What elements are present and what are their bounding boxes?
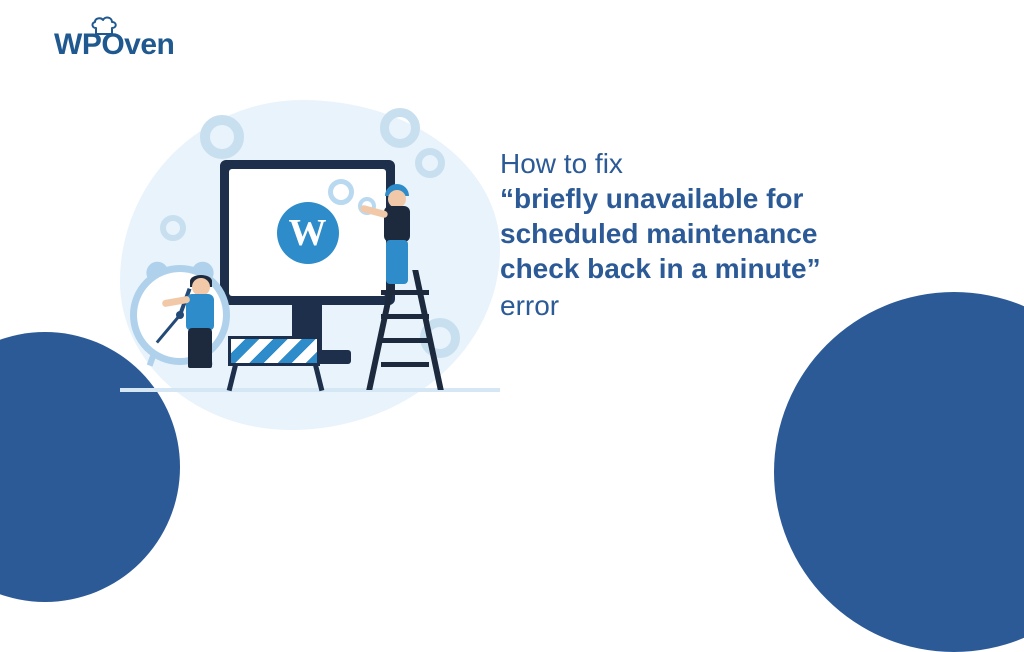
person-right: [376, 190, 420, 290]
logo-text-part3: ven: [124, 28, 174, 61]
gear-icon: [380, 108, 420, 148]
person-torso: [186, 294, 214, 330]
gear-icon: [160, 215, 186, 241]
article-title: How to fix “briefly unavailable for sche…: [500, 146, 970, 323]
ladder-step: [381, 362, 429, 367]
title-line-1: How to fix: [500, 146, 970, 181]
gear-icon: [328, 179, 354, 205]
person-torso: [384, 206, 410, 242]
person-legs: [188, 328, 212, 368]
monitor-icon: W: [220, 160, 395, 305]
title-line-4: check back in a minute”: [500, 251, 970, 286]
person-left: [180, 278, 220, 368]
ladder-step: [381, 290, 429, 295]
title-line-2: “briefly unavailable for: [500, 181, 970, 216]
brand-logo: WPOven: [54, 28, 174, 62]
monitor-screen: W: [229, 169, 386, 296]
decorative-blob-bottom-right: [774, 292, 1024, 652]
wordpress-logo-letter: W: [289, 211, 327, 255]
gear-icon: [200, 115, 244, 159]
person-legs: [386, 240, 408, 284]
logo-text-part2: O: [101, 28, 124, 61]
maintenance-illustration: W: [120, 100, 500, 440]
barrier-icon: [228, 336, 320, 366]
title-line-3: scheduled maintenance: [500, 216, 970, 251]
logo-text: WPOven: [54, 28, 174, 62]
ladder-step: [381, 338, 429, 343]
logo-text-part1: WP: [54, 28, 101, 61]
wordpress-icon: W: [277, 202, 339, 264]
title-line-5: error: [500, 288, 970, 323]
ladder-step: [381, 314, 429, 319]
gear-icon: [415, 148, 445, 178]
